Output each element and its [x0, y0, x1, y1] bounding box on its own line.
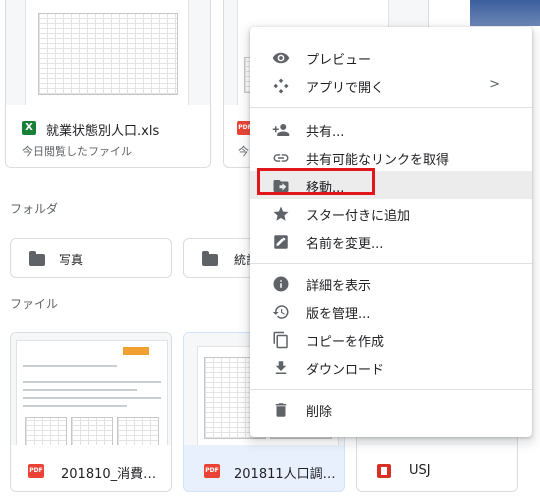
chevron-right-icon: > — [489, 77, 500, 92]
menu-item-details[interactable]: 詳細を表示 — [250, 269, 532, 297]
menu-item-label: プレビュー — [306, 53, 372, 68]
pdf-icon: PDF — [28, 464, 44, 478]
menu-item-make-copy[interactable]: コピーを作成 — [250, 325, 532, 353]
folder-label: 写真 — [59, 253, 84, 267]
menu-item-label: コピーを作成 — [306, 335, 385, 350]
file-thumbnail — [6, 0, 210, 105]
menu-item-get-link[interactable]: 共有可能なリンクを取得 — [250, 143, 532, 171]
menu-item-remove[interactable]: 削除 — [250, 395, 532, 423]
menu-item-label: 削除 — [306, 405, 333, 420]
menu-item-open-with[interactable]: アプリで開く > — [250, 71, 532, 99]
info-icon — [273, 276, 289, 292]
history-icon — [272, 305, 289, 319]
menu-item-label: 共有可能なリンクを取得 — [306, 153, 450, 168]
file-name: 201811人口調査.... — [234, 467, 344, 482]
menu-item-preview[interactable]: プレビュー — [250, 43, 532, 71]
eye-icon — [272, 52, 290, 64]
menu-item-add-star[interactable]: スター付きに追加 — [250, 199, 532, 227]
menu-item-rename[interactable]: 名前を変更... — [250, 227, 532, 255]
menu-item-label: アプリで開く — [306, 81, 385, 96]
menu-item-manage-versions[interactable]: 版を管理... — [250, 297, 532, 325]
folder-photos[interactable]: 写真 — [10, 238, 172, 278]
file-card-consumer[interactable]: PDF 201810_消費者... — [10, 332, 172, 492]
file-thumbnail — [11, 333, 171, 445]
excel-icon: X — [22, 121, 36, 135]
folder-icon — [29, 251, 45, 266]
menu-item-label: 詳細を表示 — [306, 279, 372, 294]
file-card-employment[interactable]: X 就業状態別人口.xls 今日閲覧したファイル — [5, 0, 211, 168]
menu-divider — [250, 107, 532, 108]
menu-item-label: 共有... — [306, 125, 345, 140]
image-thumbnail — [470, 0, 540, 26]
download-icon — [275, 361, 287, 374]
copy-icon — [273, 331, 288, 349]
rename-pencil-icon — [274, 235, 288, 249]
menu-item-label: スター付きに追加 — [306, 209, 411, 224]
menu-divider — [250, 263, 532, 264]
file-name: 就業状態別人口.xls — [46, 124, 160, 139]
menu-item-share[interactable]: 共有... — [250, 115, 532, 143]
share-person-icon — [272, 124, 290, 136]
menu-item-label: 版を管理... — [306, 307, 371, 322]
files-heading: ファイル — [10, 297, 59, 311]
apps-icon — [273, 78, 289, 94]
menu-item-label: 名前を変更... — [306, 237, 384, 252]
menu-item-download[interactable]: ダウンロード — [250, 353, 532, 381]
context-menu: プレビュー アプリで開く > 共有... 共有可能なリンクを取得 移動... ス… — [250, 27, 532, 437]
file-activity: 今日閲覧したファイル — [22, 145, 132, 158]
link-icon — [273, 154, 289, 162]
folder-icon — [202, 251, 218, 266]
pdf-icon: PDF — [204, 464, 220, 478]
file-name: 201810_消費者... — [61, 467, 167, 482]
folders-heading: フォルダ — [10, 202, 59, 216]
trash-icon — [275, 403, 287, 417]
slides-icon — [377, 464, 391, 478]
menu-item-label: ダウンロード — [306, 363, 385, 378]
menu-divider — [250, 389, 532, 390]
move-highlight-box — [257, 168, 375, 195]
file-name: USJ — [409, 463, 431, 478]
star-icon — [273, 206, 289, 221]
